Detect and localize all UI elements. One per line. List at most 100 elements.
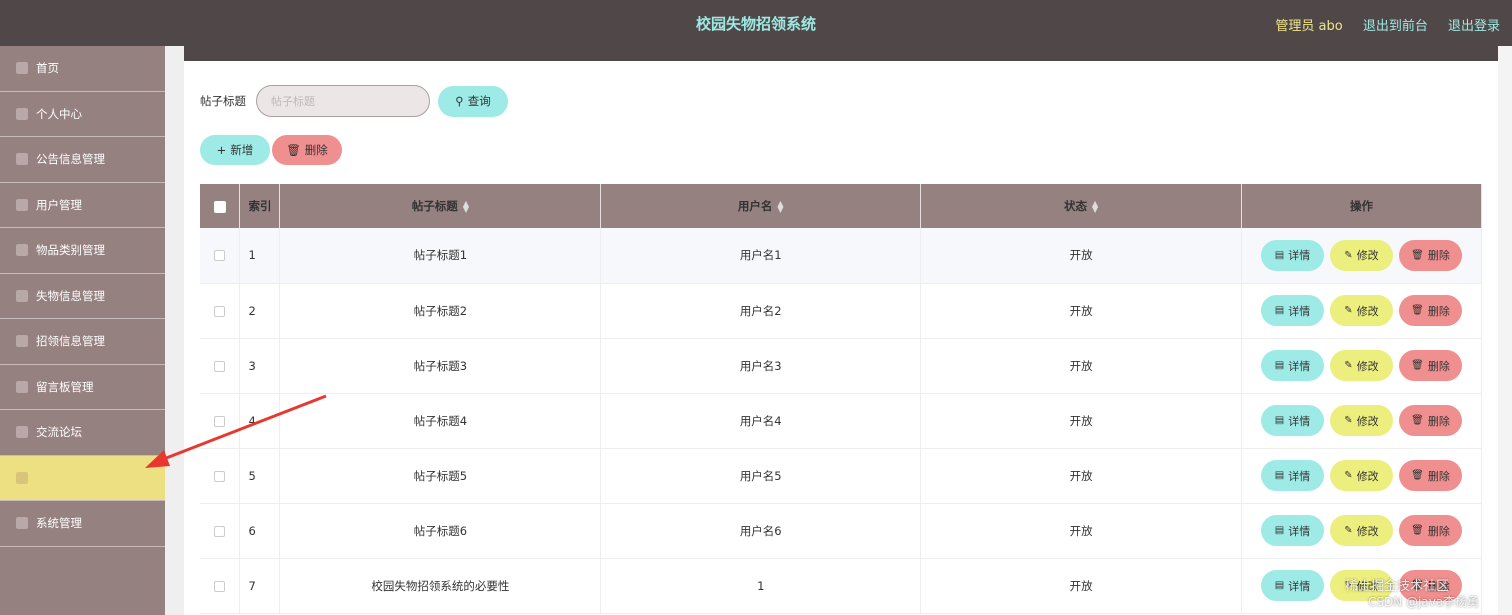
cell-title: 帖子标题6 (279, 503, 602, 559)
detail-button[interactable]: ▤ 详情 (1261, 515, 1324, 546)
detail-button[interactable]: ▤ 详情 (1261, 570, 1324, 601)
add-button[interactable]: + 新增 (200, 135, 270, 165)
edit-button[interactable]: ✎ 修改 (1330, 350, 1393, 381)
document-icon: ▤ (1274, 580, 1285, 591)
delete-button[interactable]: 🗑 删除 (1399, 515, 1462, 546)
sidebar-item-6[interactable]: 招领信息管理 (0, 319, 165, 365)
table-row: 1 帖子标题1 用户名1 开放 ▤ 详情 ✎ 修改 🗑 删除 (200, 228, 1482, 284)
detail-button[interactable]: ▤ 详情 (1261, 295, 1324, 326)
sort-icon[interactable]: ▲ ▼ (463, 199, 469, 213)
detail-button[interactable]: ▤ 详情 (1261, 460, 1324, 491)
row-select-cell (200, 393, 241, 449)
pencil-icon: ✎ (1344, 360, 1353, 371)
sidebar-item-7[interactable]: 留言板管理 (0, 365, 165, 410)
edit-button[interactable]: ✎ 修改 (1330, 460, 1393, 491)
cell-actions: ▤ 详情 ✎ 修改 🗑 删除 (1241, 338, 1482, 394)
detail-label: 详情 (1288, 579, 1311, 593)
cell-index: 1 (239, 228, 281, 284)
delete-button[interactable]: 🗑 删除 (1399, 460, 1462, 491)
sidebar-item-3[interactable]: 用户管理 (0, 183, 165, 228)
detail-button[interactable]: ▤ 详情 (1261, 239, 1324, 271)
sidebar-item-10[interactable]: 系统管理 (0, 501, 165, 547)
delete-button[interactable]: 🗑 删除 (1399, 239, 1462, 271)
sidebar-item-label: 招领信息管理 (36, 334, 105, 349)
cell-index: 6 (239, 503, 281, 559)
edit-label: 修改 (1356, 359, 1379, 373)
delete-button[interactable]: 🗑 删除 (1399, 295, 1462, 326)
row-checkbox[interactable] (214, 305, 226, 317)
row-checkbox[interactable] (214, 580, 226, 592)
pencil-icon: ✎ (1344, 470, 1353, 481)
sidebar-item-5[interactable]: 失物信息管理 (0, 274, 165, 319)
sidebar-item-label: 失物信息管理 (36, 288, 105, 303)
cell-status: 开放 (920, 338, 1242, 394)
header-status[interactable]: 状态 ▲ ▼ (920, 184, 1242, 228)
sidebar-item-0[interactable]: 首页 (0, 46, 165, 92)
sidebar-item-2[interactable]: 公告信息管理 (0, 137, 165, 183)
category-icon (16, 244, 28, 257)
sidebar-item-4[interactable]: 物品类别管理 (0, 228, 165, 274)
sort-icon[interactable]: ▲ ▼ (1092, 199, 1098, 213)
cell-index: 3 (239, 338, 281, 394)
main-content: 帖子标题 ⚲ 查询 + 新增 🗑 删除 索引 帖子标题 ▲▼ 用户名 ▲▼ 状态 ▲▼… (184, 46, 1498, 615)
cell-user: 用户名6 (600, 503, 922, 559)
edit-button[interactable]: ✎ 修改 (1330, 295, 1393, 326)
delete-label: 删除 (1427, 359, 1450, 373)
sort-icon[interactable]: ▲ ▼ (777, 199, 783, 213)
sidebar-item-8[interactable]: 交流论坛 (0, 410, 165, 456)
cell-index: 4 (239, 393, 281, 449)
edit-button[interactable]: ✎ 修改 (1330, 239, 1393, 271)
detail-button[interactable]: ▤ 详情 (1261, 405, 1324, 436)
batch-delete-button[interactable]: 🗑 删除 (272, 135, 342, 165)
detail-label: 详情 (1288, 414, 1311, 428)
header-links: 管理员 abo 退出到前台 退出登录 (1259, 15, 1500, 34)
edit-button[interactable]: ✎ 修改 (1330, 515, 1393, 546)
table-row: 7 校园失物招领系统的必要性 1 开放 ▤ 详情 ✎ 修改 🗑 删除 (200, 558, 1482, 614)
header-title[interactable]: 帖子标题 ▲ ▼ (279, 184, 602, 228)
search-button[interactable]: ⚲ 查询 (438, 85, 508, 117)
row-select-cell (200, 503, 241, 559)
exit-to-front-link[interactable]: 退出到前台 (1363, 19, 1428, 34)
table-row: 3 帖子标题3 用户名3 开放 ▤ 详情 ✎ 修改 🗑 删除 (200, 338, 1482, 394)
cell-status: 开放 (920, 228, 1242, 284)
cell-user: 用户名3 (600, 338, 922, 394)
watermark-line2: CSDN @java李杨勇 (1368, 595, 1480, 609)
edit-label: 修改 (1356, 249, 1379, 263)
detail-label: 详情 (1288, 359, 1311, 373)
search-input[interactable] (256, 85, 430, 117)
cell-actions: ▤ 详情 ✎ 修改 🗑 删除 (1241, 503, 1482, 559)
header-user-label: 用户名 (737, 199, 773, 213)
detail-button[interactable]: ▤ 详情 (1261, 350, 1324, 381)
row-checkbox[interactable] (214, 415, 226, 427)
sidebar-item-label: 首页 (36, 61, 59, 76)
main-top-strip (184, 46, 1498, 61)
found-icon (16, 335, 28, 348)
cell-user: 用户名4 (600, 393, 922, 449)
message-icon (16, 380, 28, 393)
cell-user: 1 (600, 558, 922, 614)
delete-button[interactable]: 🗑 删除 (1399, 405, 1462, 436)
cell-index: 2 (239, 283, 281, 339)
cell-actions: ▤ 详情 ✎ 修改 🗑 删除 (1241, 283, 1482, 339)
sidebar-item-label: 用户管理 (36, 197, 82, 212)
row-checkbox[interactable] (214, 360, 226, 372)
detail-label: 详情 (1288, 249, 1311, 263)
delete-button[interactable]: 🗑 删除 (1399, 350, 1462, 381)
sidebar-item-9[interactable] (0, 455, 165, 501)
row-select-cell (200, 558, 241, 614)
logout-link[interactable]: 退出登录 (1448, 19, 1500, 34)
select-all-checkbox[interactable] (213, 200, 226, 213)
edit-button[interactable]: ✎ 修改 (1330, 405, 1393, 436)
row-checkbox[interactable] (214, 470, 226, 482)
scrollbar[interactable] (1498, 46, 1512, 615)
sidebar-item-label: 系统管理 (36, 516, 82, 531)
row-checkbox[interactable] (214, 525, 226, 537)
sidebar-item-1[interactable]: 个人中心 (0, 92, 165, 137)
table-row: 6 帖子标题6 用户名6 开放 ▤ 详情 ✎ 修改 🗑 删除 (200, 503, 1482, 559)
table-row: 2 帖子标题2 用户名2 开放 ▤ 详情 ✎ 修改 🗑 删除 (200, 283, 1482, 339)
cell-title: 帖子标题1 (279, 228, 602, 284)
header-user[interactable]: 用户名 ▲ ▼ (600, 184, 922, 228)
row-checkbox[interactable] (214, 250, 226, 262)
delete-label: 删除 (1427, 524, 1450, 538)
sidebar-item-label: 公告信息管理 (36, 152, 105, 167)
